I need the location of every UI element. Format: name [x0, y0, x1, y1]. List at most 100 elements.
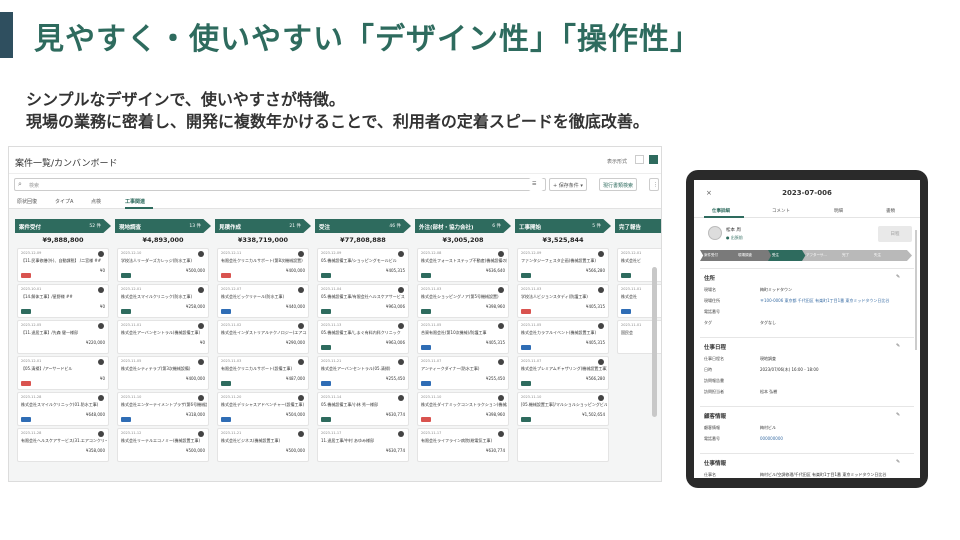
- kanban-card[interactable]: 2023-12-11 有限会社クリニカルサポート(第8次機械設置) ¥400,000: [217, 248, 309, 282]
- save-condition-button[interactable]: + 保存条件 ▾: [549, 178, 587, 191]
- kanban-card[interactable]: 2023-12-07 株式会社ビックリテール(防水工事) ¥440,000: [217, 284, 309, 318]
- card-amount: ¥504,000: [285, 412, 305, 417]
- assignee-avatar: [98, 395, 104, 401]
- kanban-card[interactable]: 2023-11-10 [05.機械設置工事]/マルショルショッピングビル ¥1,50…: [517, 392, 609, 426]
- column-header[interactable]: 受注 46 件: [315, 219, 411, 233]
- column-count: 6 件: [492, 224, 501, 229]
- detail-value: 松本 弘樹: [760, 389, 778, 394]
- column-total: [615, 233, 661, 246]
- step-received[interactable]: 案件受付: [700, 250, 740, 261]
- card-date: 2023-11-28: [21, 431, 42, 435]
- kanban-card[interactable]: 2023-11-05 合資有限会社(第10次機械)/防護工事 ¥405,315: [417, 320, 509, 354]
- kanban-card[interactable]: 2023-11-05 株式会社シティテラプ(第3次機械設備) ¥400,000: [117, 356, 209, 390]
- section-divider: [700, 268, 914, 269]
- kanban-card[interactable]: 2023-11-17 11.退居工事/中村 あゆみ様邸 ¥630,774: [317, 428, 409, 462]
- step-order[interactable]: 受注: [768, 250, 808, 261]
- kanban-card[interactable]: 2023-11-01 株式会社アーバンセントラル(機械設備工事) ¥0: [117, 320, 209, 354]
- card-date: 2023-12-08: [421, 251, 442, 255]
- status-badge: [221, 273, 231, 278]
- column-name: 受注: [319, 225, 331, 231]
- tab-inspection[interactable]: 点検: [91, 198, 101, 205]
- kanban-card[interactable]: 2023-11-17 有限会社ライフライン病院(総電気工事) ¥630,774: [417, 428, 509, 462]
- kanban-card[interactable]: 2023-12-10 学校法人リーダーズカレッジ(防水工事) ¥500,000: [117, 248, 209, 282]
- edit-icon[interactable]: ✎: [896, 343, 900, 349]
- kanban-card[interactable]: 2023-11-03 株式会社ショッピングノア(第5号機械設置) ¥398,960: [417, 284, 509, 318]
- kanban-card[interactable]: 2023-12-09 【11.民事修繕(外)、自動課税】 /二宮様 ## ¥0: [17, 248, 109, 282]
- search-input[interactable]: ⌕ 検索: [14, 178, 546, 191]
- column-total: ¥338,719,000: [237, 236, 289, 244]
- kanban-card[interactable]: 2023-11-07 アンティークダイナー(防水工事) ¥255,450: [417, 356, 509, 390]
- edit-icon[interactable]: ✎: [896, 274, 900, 280]
- step-site-survey[interactable]: 現場調査: [734, 250, 774, 261]
- card-date: 2023-11-01: [621, 323, 642, 327]
- tab-construction[interactable]: 工事関連: [125, 198, 145, 205]
- card-amount: ¥648,000: [85, 412, 105, 417]
- board-view-button[interactable]: [649, 155, 658, 164]
- card-date: 2023-11-01: [121, 323, 142, 327]
- kanban-card[interactable]: 2023-12-05 【11.退居工事】/先森 健一様邸 ¥220,000: [17, 320, 109, 354]
- detail-row: 日時 2023/07/06(木) 16:00 - 18:00: [704, 367, 910, 377]
- step-complete[interactable]: 完了: [838, 250, 876, 261]
- tab-items[interactable]: 明細: [834, 208, 843, 214]
- kanban-card[interactable]: 2023-11-03 有限会社クリニカルサポート(設備工事) ¥487,000: [217, 356, 309, 390]
- tab-work-detail[interactable]: 仕事詳細: [712, 208, 730, 214]
- card-name: 株式会社ビ: [621, 258, 641, 263]
- edit-icon[interactable]: ✎: [896, 459, 900, 465]
- tab-documents[interactable]: 書類: [886, 208, 895, 214]
- more-icon[interactable]: ⋮: [649, 178, 659, 191]
- list-view-button[interactable]: [635, 155, 644, 164]
- kanban-card[interactable]: 2023-11-20 株式会社デリシャスアドベンチャー(設備工事) ¥504,000: [217, 392, 309, 426]
- card-name: 株式会社ビックリテール(防水工事): [221, 294, 285, 299]
- kanban-card[interactable]: 2023-12-01 【05.清掃】/アーサードビル ¥0: [17, 356, 109, 390]
- detail-scrollbar[interactable]: [915, 230, 917, 350]
- kanban-card[interactable]: 2023-11-04 05.機械設備工事/有限会社ヘルスケアサービス ¥963,00…: [317, 284, 409, 318]
- column-header[interactable]: 外注(部材・協力会社) 6 件: [415, 219, 511, 233]
- column-header[interactable]: 案件受付 52 件: [15, 219, 111, 233]
- board-scrollbar[interactable]: [652, 267, 657, 417]
- kanban-card[interactable]: 2023-11-05 株式会社カラフルイベント(機械設置工事) ¥405,315: [517, 320, 609, 354]
- kanban-card[interactable]: 2023-11-10 株式会社エンターテイメントプラザ(第6号機械設置) ¥318,…: [117, 392, 209, 426]
- kanban-card[interactable]: 2023-12-08 株式会社フォーストステップ不動産(機械設備の販売) ¥636,…: [417, 248, 509, 282]
- detail-key: 電話番号: [704, 436, 720, 441]
- kanban-card[interactable]: 2023-11-21 株式会社ビジネス(機械設置工事) ¥500,000: [217, 428, 309, 462]
- detail-value[interactable]: 000000000: [760, 436, 910, 441]
- kanban-card[interactable]: 2023-10-01 【14.解体工事】/星野様 ## ¥0: [17, 284, 109, 318]
- step-after-service[interactable]: アフターサ…: [802, 250, 844, 261]
- kanban-card[interactable]: 2023-11-07 株式会社プレミアムギャザリング(機械設置工事) ¥566,28…: [517, 356, 609, 390]
- column-header[interactable]: 完了報告: [615, 219, 661, 233]
- export-button[interactable]: 現行書類検索: [599, 178, 638, 191]
- column-header[interactable]: 現地調査 13 件: [115, 219, 211, 233]
- kanban-card[interactable]: 2023-11-12 株式会社リーテルエコノミー(機械設置工事) ¥500,000: [117, 428, 209, 462]
- kanban-card[interactable]: 2023-12-01 株式会社スマイルクリニック(防水工事) ¥258,000: [117, 284, 209, 318]
- kanban-card[interactable]: 2023-11-03 学校法人ビジョンスタディ(防護工事) ¥405,315: [517, 284, 609, 318]
- desktop-header: 案件一覧/カンバンボード 表示形式: [9, 147, 661, 173]
- kanban-card[interactable]: 2023-11-02 株式会社インダストリアルテクノロジー(エアコンクリーニング)…: [217, 320, 309, 354]
- tab-restoration[interactable]: 原状回復: [17, 198, 37, 205]
- card-name: 株式会社プレミアムギャザリング(機械設置工事): [521, 366, 607, 371]
- filter-icon[interactable]: ☰: [529, 178, 543, 191]
- assignee-avatar: [198, 323, 204, 329]
- kanban-card[interactable]: 2023-11-10 株式会社ダイナミックコンストラクション(機械設置工事) ¥39…: [417, 392, 509, 426]
- status-badge: [21, 381, 31, 386]
- card-date: 2023-11-21: [221, 431, 242, 435]
- tab-type-a[interactable]: タイプA: [55, 198, 73, 205]
- kanban-card[interactable]: 2023-11-21 株式会社アーバンセントラル(05.清掃) ¥255,450: [317, 356, 409, 390]
- kanban-card[interactable]: 2023-11-28 有限会社ヘルスケアサービス(31.エアコンクリーニング) ¥3…: [17, 428, 109, 462]
- tab-comment[interactable]: コメント: [772, 208, 790, 214]
- card-amount: ¥400,000: [185, 376, 205, 381]
- kanban-card[interactable]: 2023-11-28 株式会社スマイルクリニック(01.防水工事) ¥648,000: [17, 392, 109, 426]
- kanban-card[interactable]: 2023-11-14 05.機械設備工事/小林 秀一様邸 ¥630,774: [317, 392, 409, 426]
- schedule-button[interactable]: 日程: [878, 226, 912, 242]
- tablet-screen: × 2023-07-006 仕事詳細 コメント 明細 書類 松本 周 ● 出張前…: [694, 180, 920, 478]
- column-header[interactable]: 工事開始 5 件: [515, 219, 611, 233]
- kanban-card[interactable]: 2023-11-13 05.機械設備工事/しまぐ有料内科クリニック ¥963,006: [317, 320, 409, 354]
- detail-value[interactable]: 〒100-0006 東京都 千代田区 有楽町1丁目1番 東京ミッドタウン日比谷: [760, 298, 910, 304]
- kanban-card[interactable]: 2023-12-09 ファンタジーフェスタ企画(機械設置工事) ¥566,280: [517, 248, 609, 282]
- section-divider: [700, 406, 914, 407]
- kanban-card[interactable]: 2023-12-09 05.機械設備工事/ショッピングモールビル ¥405,315: [317, 248, 409, 282]
- step-lost[interactable]: 失注: [870, 250, 912, 261]
- kanban-card[interactable]: [517, 428, 609, 462]
- edit-icon[interactable]: ✎: [896, 412, 900, 418]
- detail-row: 現場名 梅町ミッドタウン: [704, 287, 910, 297]
- column-header[interactable]: 見積作成 21 件: [215, 219, 311, 233]
